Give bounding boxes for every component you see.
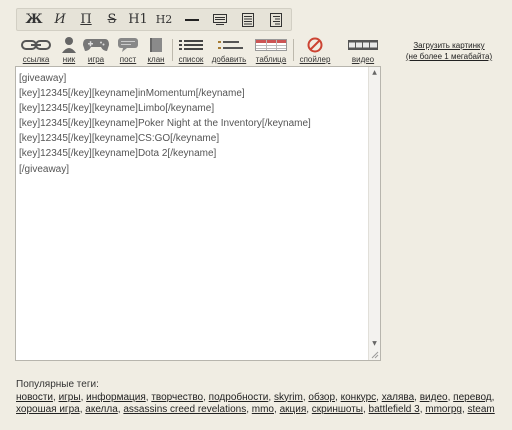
tag-link[interactable]: assassins creed revelations [123, 404, 246, 415]
scroll-up-icon[interactable]: ▲ [369, 67, 380, 78]
underline-button[interactable]: П [73, 9, 99, 30]
tag-link[interactable]: творчество [151, 392, 203, 403]
heading2-button[interactable]: H2 [151, 9, 177, 30]
align-right-icon [270, 12, 282, 27]
table-button[interactable]: таблица [253, 36, 289, 66]
spoiler-button[interactable]: спойлер [297, 36, 333, 66]
upload-line-1: Загрузить картинку [413, 41, 485, 50]
list-icon [179, 39, 203, 50]
horizontal-rule-icon [185, 18, 199, 21]
tag-link[interactable]: хорошая игра [16, 404, 80, 415]
align-right-button[interactable] [263, 9, 289, 30]
tag-link[interactable]: steam [468, 404, 495, 415]
post-label: пост [119, 55, 137, 64]
tag-link[interactable]: скриншоты [312, 404, 363, 415]
spoiler-label: спойлер [299, 55, 331, 64]
tag-link[interactable]: battlefield 3 [369, 404, 420, 415]
underline-label: П [80, 12, 92, 27]
film-strip-icon [348, 39, 378, 50]
justify-icon [242, 12, 254, 27]
italic-label: И [54, 12, 66, 27]
bold-label: Ж [25, 12, 43, 27]
add-button[interactable]: добавить [210, 36, 248, 66]
heading1-label: H1 [128, 12, 148, 27]
scroll-down-icon[interactable]: ▼ [369, 338, 380, 349]
tag-link[interactable]: skyrim [274, 392, 303, 403]
popular-tags-title: Популярные теги: [16, 379, 99, 390]
format-toolbar: Ж И П S H1 H2 [16, 8, 292, 31]
tag-link[interactable]: акелла [85, 404, 118, 415]
game-label: игра [87, 55, 105, 64]
tag-link[interactable]: акция [280, 404, 307, 415]
message-editor[interactable]: [giveaway] [key]12345[/key][keyname]inMo… [15, 66, 381, 361]
upload-image-link[interactable]: Загрузить картинку (не более 1 мегабайта… [396, 40, 502, 62]
strikethrough-label: S [107, 12, 117, 27]
add-label: добавить [211, 55, 247, 64]
strikethrough-button[interactable]: S [99, 9, 125, 30]
justify-button[interactable] [235, 9, 261, 30]
nick-label: ник [62, 55, 76, 64]
tag-link[interactable]: mmorpg [425, 404, 462, 415]
tag-link[interactable]: конкурс [341, 392, 377, 403]
nick-button[interactable]: ник [58, 36, 80, 66]
user-icon [62, 37, 76, 53]
table-label: таблица [255, 55, 287, 64]
video-button[interactable]: видео [346, 36, 380, 66]
tag-link[interactable]: новости [16, 392, 53, 403]
video-label: видео [351, 55, 375, 64]
vertical-scrollbar[interactable]: ▲ ▼ [368, 67, 380, 360]
game-button[interactable]: игра [82, 36, 110, 66]
toolbar-separator [172, 39, 173, 61]
tag-link[interactable]: перевод [453, 392, 491, 403]
chain-link-icon [21, 39, 51, 50]
tag-link[interactable]: mmo [252, 404, 274, 415]
table-icon [255, 38, 287, 51]
tag-link[interactable]: информация [86, 392, 146, 403]
heading2-label: H2 [155, 13, 173, 26]
post-button[interactable]: пост [116, 36, 140, 66]
popular-tags: Популярные теги: новости, игры, информац… [16, 379, 502, 417]
link-button[interactable]: ссылка [20, 36, 52, 66]
list-button[interactable]: список [176, 36, 206, 66]
tag-link[interactable]: халява [382, 392, 414, 403]
tag-link[interactable]: игры [59, 392, 81, 403]
bold-button[interactable]: Ж [21, 9, 47, 30]
tag-link[interactable]: обзор [308, 392, 335, 403]
editor-content[interactable]: [giveaway] [key]12345[/key][keyname]inMo… [19, 71, 366, 177]
horizontal-rule-button[interactable] [179, 9, 205, 30]
resize-grip-icon[interactable] [371, 351, 379, 359]
flag-icon [150, 37, 162, 52]
upload-line-2: (не более 1 мегабайта) [405, 52, 493, 61]
tag-link[interactable]: подробности [209, 392, 269, 403]
speech-bubble-icon [118, 38, 138, 52]
clan-label: клан [147, 55, 165, 64]
heading1-button[interactable]: H1 [125, 9, 151, 30]
list-label: список [178, 55, 204, 64]
insert-toolbar: ссылка ник игра пост клан список добавит… [16, 36, 386, 66]
tag-link[interactable]: видео [420, 392, 448, 403]
toolbar-separator [293, 39, 294, 61]
add-item-icon [218, 40, 243, 49]
clan-button[interactable]: клан [144, 36, 168, 66]
italic-button[interactable]: И [47, 9, 73, 30]
gamepad-icon [83, 39, 109, 51]
link-label: ссылка [22, 55, 50, 64]
no-entry-icon [307, 37, 323, 52]
quote-icon [213, 13, 227, 25]
quote-button[interactable] [207, 9, 233, 30]
